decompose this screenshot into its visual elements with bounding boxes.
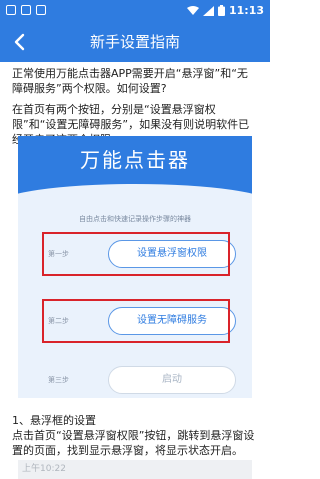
section-text: 点击首页“设置悬浮窗权限”按钮，跳转到悬浮窗设置的页面，找到显示悬浮窗，将显示状… [12, 429, 255, 457]
page-title: 新手设置指南 [89, 33, 180, 51]
next-screenshot-preview: 上午10:22 [18, 460, 252, 479]
battery-icon [217, 5, 225, 16]
demo-tagline: 自由点击和快速记录操作步骤的神器 [79, 215, 191, 223]
intro-text: 正常使用万能点击器APP需要开启“悬浮窗”和“无障碍服务”两个权限。如何设置? [12, 67, 248, 95]
highlight-box [42, 232, 230, 276]
section-title: 1、悬浮框的设置 [12, 414, 96, 427]
demo-start-button: 启动 [108, 366, 236, 394]
step-label: 第三步 [48, 376, 69, 384]
highlight-box [42, 299, 230, 343]
app-bar: 新手设置指南 [0, 22, 270, 62]
status-bar: 11:13 [0, 0, 270, 22]
notification-icon [36, 5, 46, 15]
wifi-icon [186, 5, 199, 15]
notification-icon [6, 5, 16, 15]
notification-icons [6, 5, 46, 15]
signal-icon [202, 5, 214, 16]
notification-icon [21, 5, 31, 15]
demo-app-name: 万能点击器 [80, 148, 190, 172]
demo-screenshot: 万能点击器 自由点击和快速记录操作步骤的神器 第一步 设置悬浮窗权限 第二步 设… [18, 136, 252, 398]
status-time: 11:13 [228, 4, 264, 17]
